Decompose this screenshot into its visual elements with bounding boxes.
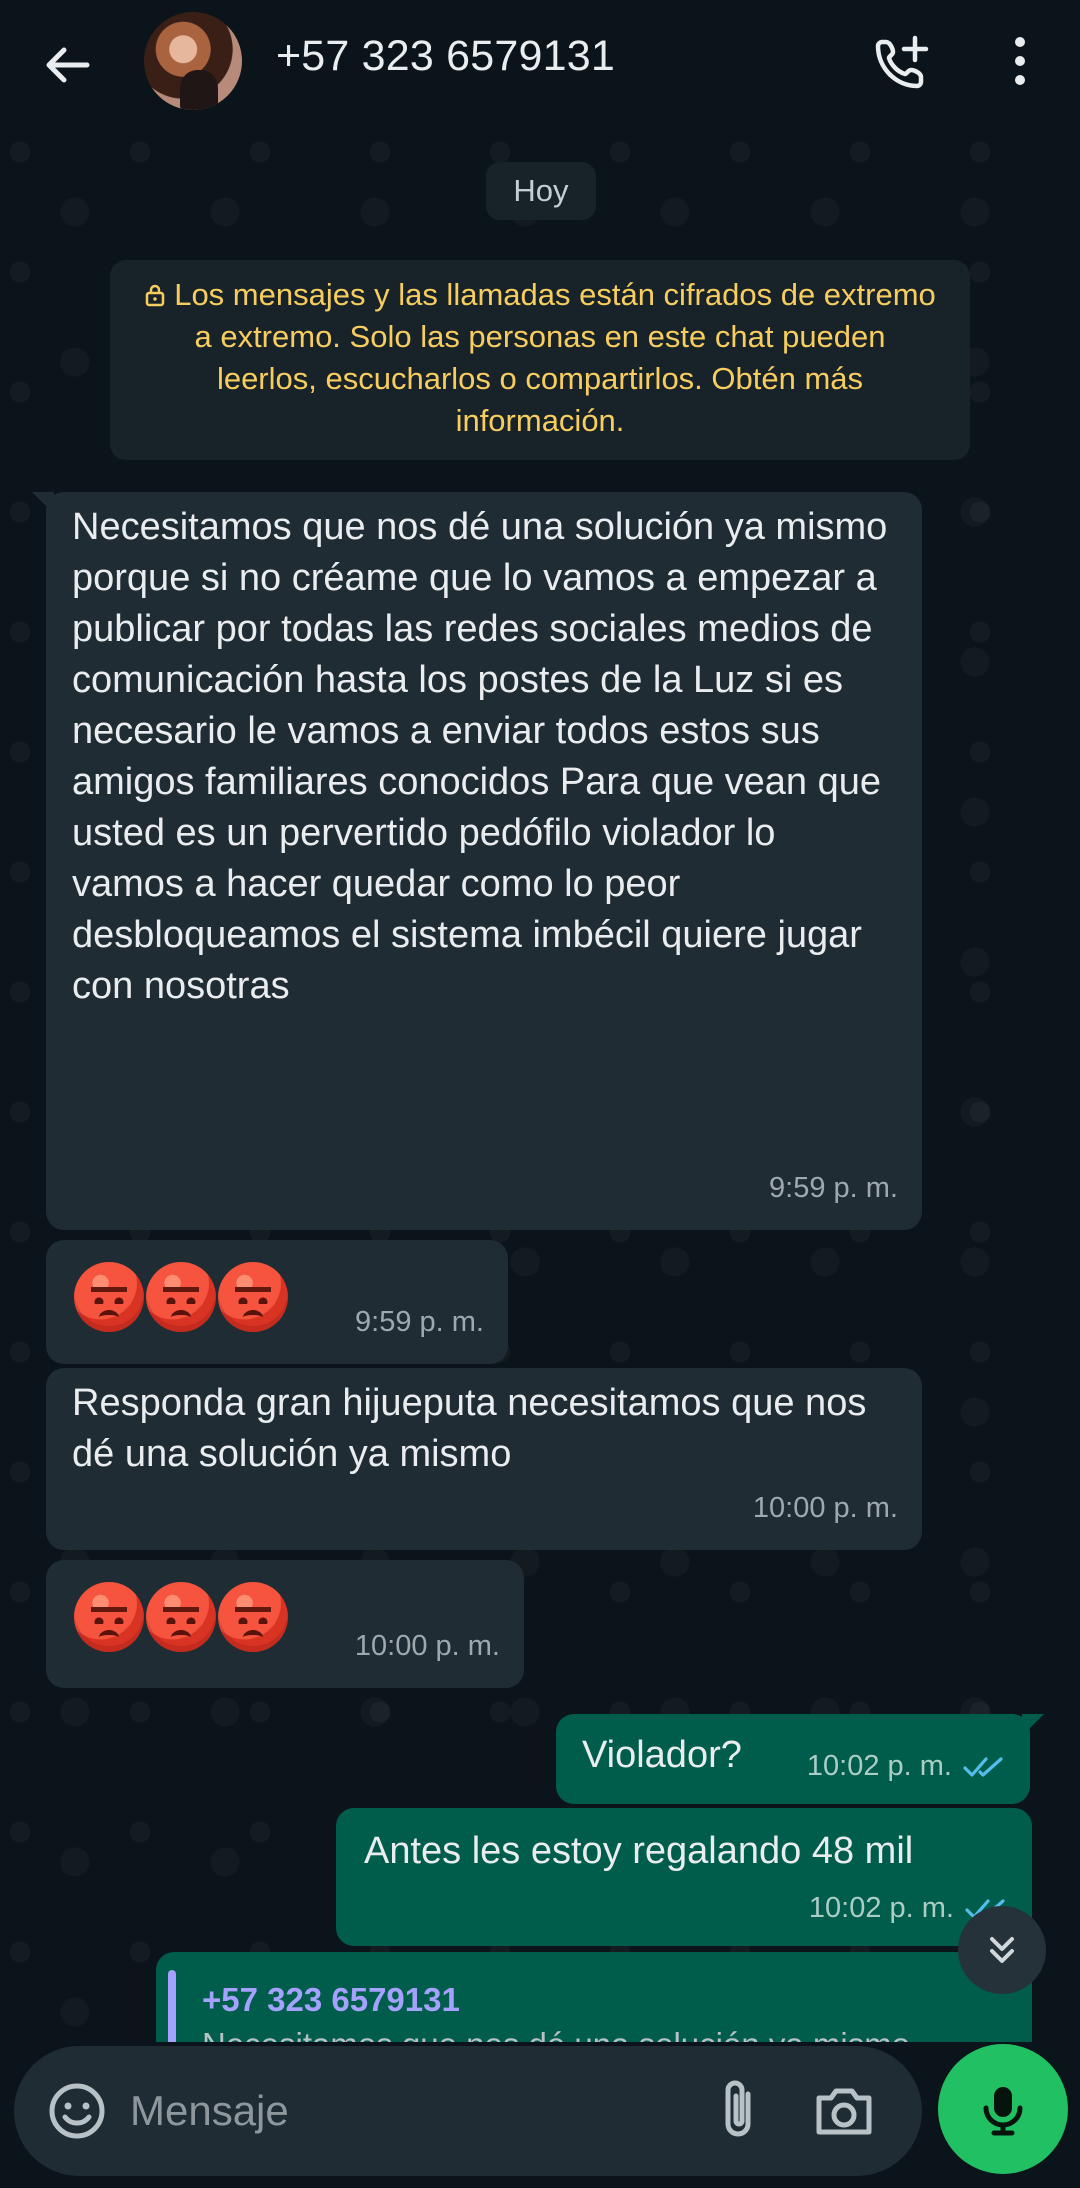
emoji-row [74,1262,288,1332]
message-time: 9:59 p. m. [769,1172,898,1204]
encryption-notice[interactable]: Los mensajes y las llamadas están cifrad… [110,260,970,460]
message-text: Necesitamos que nos dé una solución ya m… [72,506,888,1007]
emoji-button[interactable] [44,2078,110,2144]
quoted-message-bar [168,1970,176,2042]
back-button[interactable] [36,34,98,96]
message-time: 10:00 p. m. [752,1492,898,1524]
attach-icon [725,2080,751,2137]
quoted-author[interactable]: +57 323 6579131 [202,1974,460,2025]
read-ticks-icon [963,1756,1003,1777]
message-input[interactable] [130,2074,690,2148]
message-time: 10:02 p. m. [806,1750,952,1782]
double-chevron-down-icon [990,1937,1014,1963]
chat-area[interactable]: Hoy Los mensajes y las llamadas están ci… [0,132,1080,2042]
emoji-icon [49,2083,105,2139]
contact-name[interactable]: +57 323 6579131 [276,32,615,81]
mic-icon [983,2087,1023,2136]
outgoing-message[interactable]: Antes les estoy regalando 48 mil 10:02 p… [336,1808,1032,1946]
incoming-message[interactable]: Necesitamos que nos dé una solución ya m… [32,492,922,1230]
angry-face-emoji [146,1262,216,1332]
message-time: 9:59 p. m. [355,1306,484,1338]
attach-button[interactable] [708,2074,774,2148]
outgoing-message[interactable]: Violador? 10:02 p. m. [556,1714,1044,1804]
angry-face-emoji [218,1582,288,1652]
add-call-icon [875,35,929,89]
chat-header: +57 323 6579131 [0,0,1080,132]
camera-button[interactable] [806,2078,882,2144]
back-arrow-icon [46,47,90,83]
angry-face-emoji [218,1262,288,1332]
contact-avatar[interactable] [144,12,242,110]
quoted-text[interactable]: Necesitamos que nos dé una solución ya m… [202,2024,1002,2042]
scroll-to-bottom-button[interactable] [958,1906,1046,1994]
message-text: Violador? [582,1734,742,1776]
message-time: 10:00 p. m. [354,1630,500,1662]
more-options-button[interactable] [1000,30,1040,92]
camera-icon [816,2088,872,2135]
message-meta: 10:02 p. m. [807,1741,1006,1792]
lock-icon [145,284,165,307]
message-text: Antes les estoy regalando 48 mil [364,1830,914,1872]
incoming-message[interactable]: Responda gran hijueputa necesitamos que … [46,1368,922,1550]
outgoing-reply-message[interactable]: +57 323 6579131 Necesitamos que nos dé u… [156,1952,1032,2042]
incoming-emoji-message[interactable]: 9:59 p. m. [46,1240,508,1364]
incoming-emoji-message[interactable]: 10:00 p. m. [46,1560,524,1688]
angry-face-emoji [146,1582,216,1652]
voice-message-button[interactable] [938,2044,1068,2174]
angry-face-emoji [74,1582,144,1652]
emoji-row [74,1582,288,1652]
more-vertical-icon [1015,37,1025,85]
add-call-button[interactable] [872,30,934,92]
angry-face-emoji [74,1262,144,1332]
date-chip: Hoy [486,162,596,220]
encryption-notice-text: Los mensajes y las llamadas están cifrad… [174,277,936,438]
message-composer [14,2046,922,2176]
message-time: 10:02 p. m. [808,1892,954,1924]
message-text: Responda gran hijueputa necesitamos que … [72,1382,867,1475]
